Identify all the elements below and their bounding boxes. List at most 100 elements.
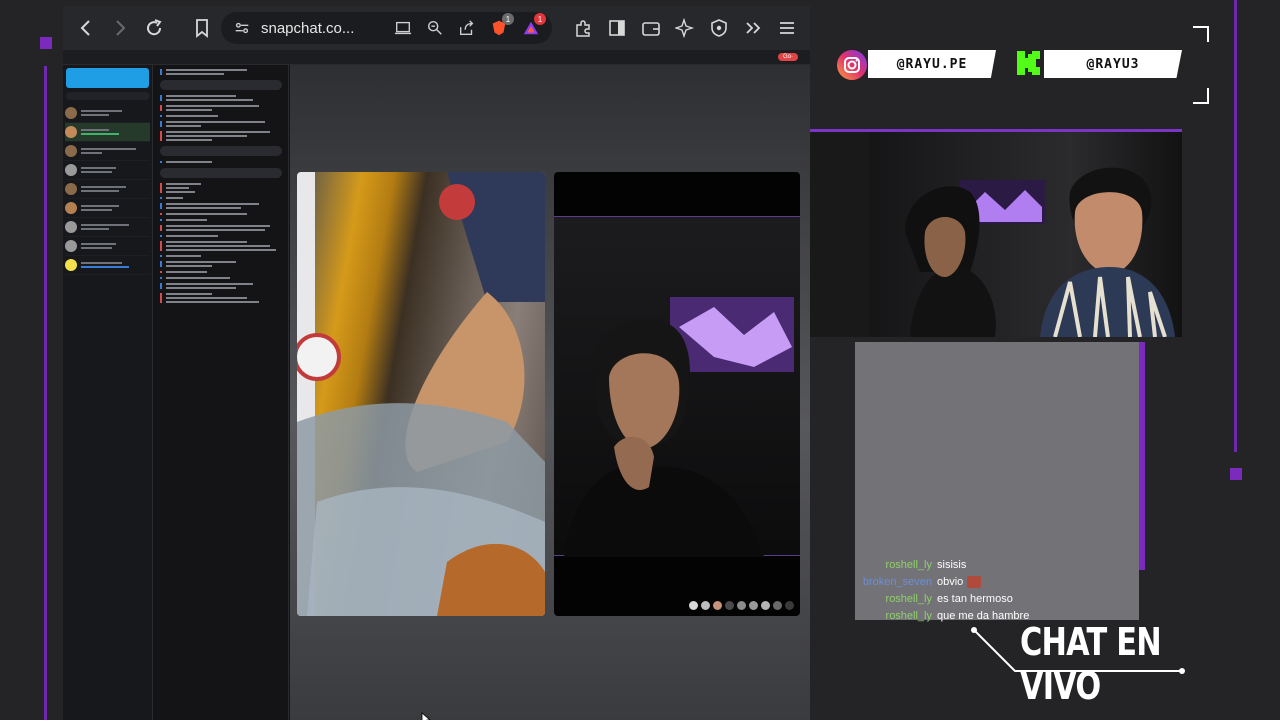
chat-message bbox=[160, 161, 282, 163]
vpn-icon[interactable] bbox=[704, 13, 734, 43]
emote-icon bbox=[967, 575, 982, 588]
chat-message bbox=[160, 69, 282, 75]
remote-video-tile bbox=[297, 172, 545, 616]
search-input[interactable] bbox=[66, 92, 149, 100]
chat-text: es tan hermoso bbox=[937, 592, 1013, 605]
audio-message[interactable] bbox=[160, 80, 282, 90]
chat-message bbox=[160, 95, 282, 101]
video-call-area bbox=[290, 65, 810, 720]
brave-rewards-icon[interactable]: 1 bbox=[518, 13, 546, 41]
conversation-item[interactable] bbox=[65, 199, 150, 218]
leo-icon[interactable] bbox=[670, 13, 700, 43]
alert-badge: 1 bbox=[534, 13, 546, 25]
chat-text: que me da hambre bbox=[937, 609, 1030, 622]
reload-icon[interactable] bbox=[139, 13, 169, 43]
sidebar-icon[interactable] bbox=[602, 13, 632, 43]
avatar bbox=[65, 145, 77, 157]
webcam-feed bbox=[810, 129, 1182, 337]
snap-banner[interactable] bbox=[66, 68, 149, 88]
forward-icon[interactable] bbox=[105, 13, 135, 43]
avatar bbox=[65, 221, 77, 233]
chat-username: roshell_ly bbox=[885, 558, 932, 571]
chat-line: broken_seven obvio bbox=[862, 573, 1142, 590]
chat-message bbox=[160, 283, 282, 289]
avatar bbox=[65, 202, 77, 214]
conversation-item[interactable] bbox=[65, 104, 150, 123]
back-icon[interactable] bbox=[71, 13, 101, 43]
chat-message bbox=[160, 105, 282, 111]
local-video-scene bbox=[564, 297, 794, 557]
audio-message[interactable] bbox=[160, 168, 282, 178]
chat-title: CHAT EN VIVO bbox=[1020, 620, 1162, 708]
chat-message bbox=[160, 183, 282, 193]
avatar bbox=[65, 164, 77, 176]
remote-video-scene bbox=[297, 172, 545, 616]
instagram-handle: @RAYU.PE bbox=[896, 56, 968, 72]
browser-toolbar: snapchat.co... 1 1 bbox=[63, 6, 810, 50]
address-bar[interactable]: snapchat.co... 1 1 bbox=[221, 12, 552, 44]
kick-icon bbox=[1011, 46, 1045, 80]
conversation-item[interactable] bbox=[65, 256, 150, 275]
snapchat-top-strip: Go· bbox=[63, 50, 810, 65]
chat-thread bbox=[154, 65, 289, 720]
chat-message bbox=[160, 261, 282, 267]
zoom-icon[interactable] bbox=[422, 15, 448, 41]
kick-handle: @RAYU3 bbox=[1086, 56, 1140, 72]
avatar bbox=[65, 259, 77, 271]
deco-corner-top bbox=[1193, 26, 1209, 42]
conversation-item[interactable] bbox=[65, 237, 150, 256]
deco-line-right bbox=[1234, 0, 1237, 452]
mouse-cursor-icon bbox=[421, 712, 431, 720]
effects-dots[interactable] bbox=[689, 601, 794, 610]
go-pill[interactable]: Go· bbox=[777, 53, 798, 61]
avatar bbox=[65, 126, 77, 138]
bookmark-icon[interactable] bbox=[187, 13, 217, 43]
wallet-icon[interactable] bbox=[636, 13, 666, 43]
chat-message bbox=[160, 293, 282, 303]
deco-line-left bbox=[44, 66, 47, 720]
chat-message bbox=[160, 121, 282, 127]
conversation-item[interactable] bbox=[65, 180, 150, 199]
avatar bbox=[65, 240, 77, 252]
chat-message bbox=[160, 213, 282, 215]
chat-message bbox=[160, 241, 282, 251]
deco-corner-bottom bbox=[1193, 88, 1209, 104]
local-video-frame bbox=[554, 216, 800, 557]
site-settings-icon[interactable] bbox=[229, 15, 255, 41]
chat-message bbox=[160, 225, 282, 231]
chat-messages: roshell_ly sisisis broken_seven obvio ro… bbox=[862, 556, 1142, 624]
audio-message[interactable] bbox=[160, 146, 282, 156]
more-tools-icon[interactable] bbox=[738, 13, 768, 43]
chat-message bbox=[160, 277, 282, 279]
conversation-item[interactable] bbox=[65, 218, 150, 237]
chat-username: broken_seven bbox=[862, 575, 932, 588]
conversation-item[interactable] bbox=[65, 161, 150, 180]
chat-username: roshell_ly bbox=[885, 592, 932, 605]
chat-message bbox=[160, 131, 282, 141]
chat-username: roshell_ly bbox=[885, 609, 932, 622]
conversation-sidebar bbox=[63, 65, 153, 720]
avatar bbox=[65, 183, 77, 195]
chat-message bbox=[160, 219, 282, 221]
local-video-tile bbox=[554, 172, 800, 616]
chat-line: roshell_ly sisisis bbox=[862, 556, 1142, 573]
chat-panel-accent bbox=[1139, 342, 1145, 570]
instagram-handle-bar: @RAYU.PE bbox=[868, 50, 996, 78]
instagram-icon bbox=[835, 48, 869, 82]
kick-handle-bar: @RAYU3 bbox=[1044, 50, 1182, 78]
chat-text: sisisis bbox=[937, 558, 967, 571]
extensions-icon[interactable] bbox=[568, 13, 598, 43]
webcam-scene bbox=[810, 132, 1175, 337]
conversation-item[interactable] bbox=[65, 123, 150, 142]
menu-icon[interactable] bbox=[772, 13, 802, 43]
browser-window: snapchat.co... 1 1 Go· bbox=[63, 6, 810, 720]
brave-shields-icon[interactable]: 1 bbox=[486, 13, 514, 41]
chat-message bbox=[160, 197, 282, 199]
chat-message bbox=[160, 235, 282, 237]
chat-line: roshell_ly es tan hermoso bbox=[862, 590, 1142, 607]
url-text[interactable]: snapchat.co... bbox=[261, 20, 384, 37]
cast-icon[interactable] bbox=[390, 15, 416, 41]
stream-overlay: snapchat.co... 1 1 Go· @RAYU.PE @RAYU3 r… bbox=[0, 0, 1280, 720]
conversation-item[interactable] bbox=[65, 142, 150, 161]
share-icon[interactable] bbox=[454, 15, 480, 41]
